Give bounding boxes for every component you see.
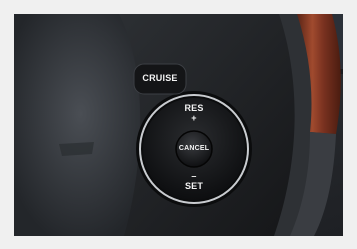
plus-label: +	[191, 113, 197, 123]
res-label: RES	[184, 103, 204, 113]
cruise-button-label: CRUISE	[142, 73, 178, 83]
steering-wheel-photo: CRUISE RES + CANCEL – SET	[14, 14, 343, 236]
airbag-cover	[14, 14, 148, 236]
set-label: SET	[184, 181, 204, 191]
horn-icon	[59, 142, 94, 156]
cancel-button-label: CANCEL	[178, 145, 210, 152]
steering-wheel-illustration	[14, 14, 343, 236]
photo-frame: CRUISE RES + CANCEL – SET	[0, 0, 357, 249]
minus-label: –	[191, 171, 197, 181]
